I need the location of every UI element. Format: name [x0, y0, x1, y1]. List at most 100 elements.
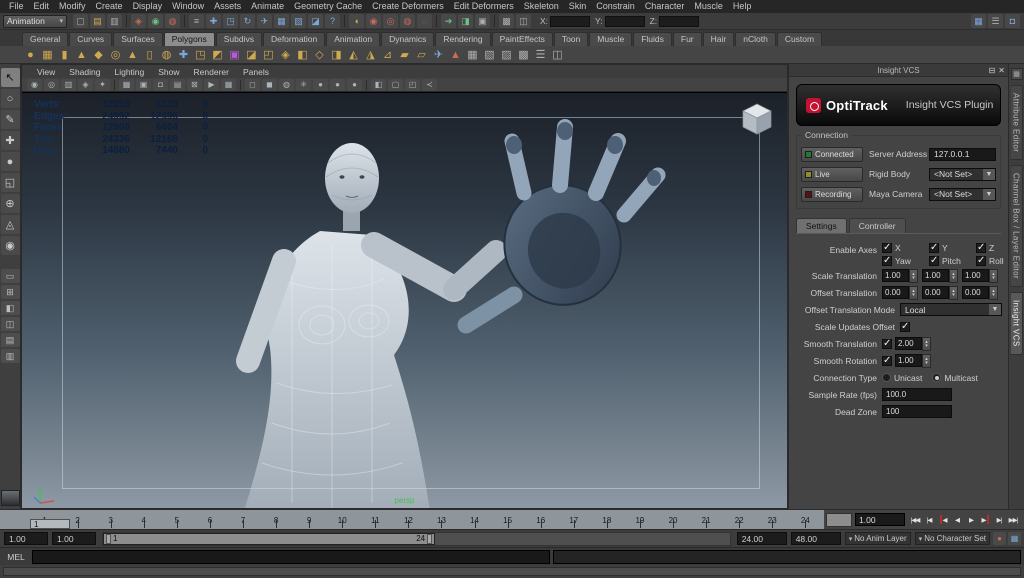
spinner-arrows-icon[interactable]: [949, 268, 958, 283]
layout-button[interactable]: ▭: [0, 269, 20, 283]
shelf-tool-icon[interactable]: ▰: [396, 47, 413, 63]
shelf-tool-icon[interactable]: ▯: [141, 47, 158, 63]
panel-toggle-icon[interactable]: ▦: [971, 14, 986, 28]
frame-tick[interactable]: 18: [590, 510, 623, 529]
shelf-tool-icon[interactable]: ◳: [192, 47, 209, 63]
shelf-tool-icon[interactable]: ◮: [362, 47, 379, 63]
shelf-tab[interactable]: Dynamics: [381, 32, 435, 46]
axis-checkbox[interactable]: [976, 242, 986, 253]
toolbar-icon[interactable]: ▣: [475, 14, 490, 28]
shelf-tab[interactable]: Subdivs: [215, 32, 262, 46]
toolbar-icon[interactable]: ◎: [383, 14, 398, 28]
viewport-toolbar-icon[interactable]: ◘: [153, 78, 168, 91]
toolbar-icon[interactable]: ?: [325, 14, 340, 28]
frame-tick[interactable]: 14: [458, 510, 491, 529]
toolbar-icon[interactable]: ◍: [400, 14, 415, 28]
animation-preferences-icon[interactable]: ▦: [1008, 532, 1021, 545]
spinner-arrows-icon[interactable]: [909, 285, 918, 300]
viewport-toolbar-icon[interactable]: ▶: [204, 78, 219, 91]
current-time-field[interactable]: 1.00: [855, 513, 905, 526]
shelf-tab[interactable]: Curves: [69, 32, 113, 46]
frame-tick[interactable]: 15: [491, 510, 524, 529]
menuset-dropdown[interactable]: Animation ▾: [3, 14, 67, 28]
menu-item[interactable]: Help: [728, 0, 757, 13]
shelf-tool-icon[interactable]: ◍: [158, 47, 175, 63]
tool-button[interactable]: ◉: [0, 236, 20, 255]
toolbar-icon[interactable]: ▤: [90, 14, 105, 28]
frame-ticks[interactable]: 123456789101112131415161718192021222324: [28, 510, 822, 529]
frame-tick[interactable]: 4: [127, 510, 160, 529]
viewport-toolbar-icon[interactable]: ●: [330, 78, 345, 91]
smooth-rotation-checkbox[interactable]: [882, 355, 892, 366]
viewport-toolbar-icon[interactable]: [114, 79, 115, 90]
viewport-toolbar-icon[interactable]: ◧: [371, 78, 386, 91]
range-slider-track[interactable]: 1 24: [102, 531, 731, 546]
time-slider[interactable]: 123456789101112131415161718192021222324 …: [0, 509, 1024, 529]
toolbar-icon[interactable]: ➔: [441, 14, 456, 28]
shelf-tool-icon[interactable]: ◨: [328, 47, 345, 63]
dead-zone-input[interactable]: 100: [882, 405, 952, 418]
menu-item[interactable]: Create Deformers: [367, 0, 449, 13]
viewport-toolbar-icon[interactable]: ≺: [422, 78, 437, 91]
shelf-tool-icon[interactable]: ◰: [260, 47, 277, 63]
viewport-menu-item[interactable]: View: [30, 67, 62, 77]
current-frame-indicator[interactable]: 1: [30, 519, 70, 529]
axis-checkbox[interactable]: [882, 242, 892, 253]
connection-status-button[interactable]: Live: [801, 166, 863, 182]
menu-item[interactable]: Modify: [54, 0, 91, 13]
menu-item[interactable]: File: [4, 0, 29, 13]
frame-tick[interactable]: 3: [94, 510, 127, 529]
toolbar-icon[interactable]: ◨: [458, 14, 473, 28]
playback-button[interactable]: ▶: [964, 512, 978, 527]
viewport-toolbar-icon[interactable]: ◉: [27, 78, 42, 91]
toolbar-icon[interactable]: [494, 15, 495, 27]
frame-tick[interactable]: 21: [690, 510, 723, 529]
viewport-toolbar-icon[interactable]: ◎: [44, 78, 59, 91]
viewport-toolbar-icon[interactable]: ▤: [170, 78, 185, 91]
toolbar-icon[interactable]: [126, 15, 127, 27]
shelf-tool-icon[interactable]: ▲: [447, 47, 464, 63]
shelf-tool-icon[interactable]: ▣: [226, 47, 243, 63]
layout-button[interactable]: ▤: [0, 333, 20, 347]
tool-button[interactable]: ◬: [0, 215, 20, 234]
offset-translation-spinner[interactable]: 0.00: [922, 285, 958, 300]
axis-checkbox[interactable]: [976, 255, 986, 266]
connection-field[interactable]: 127.0.0.1▼: [929, 147, 996, 161]
range-start-handle[interactable]: [106, 533, 111, 544]
range-slider-bar[interactable]: 1 24: [103, 532, 436, 545]
viewport-toolbar-icon[interactable]: ⊠: [187, 78, 202, 91]
shelf-tab[interactable]: PaintEffects: [491, 32, 553, 46]
shelf-tab[interactable]: Animation: [326, 32, 381, 46]
viewport-toolbar-icon[interactable]: ◻: [245, 78, 260, 91]
shelf-tool-icon[interactable]: ●: [22, 47, 39, 63]
panel-toggle-icon[interactable]: ◘: [1005, 14, 1020, 28]
layout-button[interactable]: ◧: [0, 301, 20, 315]
toolbar-icon[interactable]: ✈: [257, 14, 272, 28]
viewport-toolbar-icon[interactable]: ●: [313, 78, 328, 91]
viewport-toolbar-icon[interactable]: ▢: [388, 78, 403, 91]
spinner-arrows-icon[interactable]: [922, 353, 931, 368]
shelf-tool-icon[interactable]: ◪: [243, 47, 260, 63]
shelf-tab[interactable]: Deformation: [262, 32, 326, 46]
scale-translation-spinner[interactable]: 1.00: [922, 268, 958, 283]
smooth-rotation-spinner[interactable]: 1.00: [895, 353, 931, 368]
shelf-tab[interactable]: General: [22, 32, 69, 46]
toolbar-icon[interactable]: ▩: [499, 14, 514, 28]
shelf-tab[interactable]: Hair: [702, 32, 735, 46]
toolbar-icon[interactable]: ◌: [417, 14, 432, 28]
menu-item[interactable]: Animate: [246, 0, 289, 13]
shelf-tool-icon[interactable]: ▮: [56, 47, 73, 63]
frame-tick[interactable]: 8: [260, 510, 293, 529]
auto-keyframe-icon[interactable]: ●: [993, 532, 1006, 545]
frame-tick[interactable]: 5: [160, 510, 193, 529]
outliner-thumbnail[interactable]: [0, 490, 20, 506]
menu-item[interactable]: Geometry Cache: [289, 0, 367, 13]
toolbar-icon[interactable]: ◉: [148, 14, 163, 28]
shelf-tab[interactable]: Polygons: [163, 32, 215, 46]
axis-checkbox[interactable]: [929, 242, 939, 253]
spinner-arrows-icon[interactable]: [989, 268, 998, 283]
menu-item[interactable]: Skin: [564, 0, 592, 13]
spinner-arrows-icon[interactable]: [909, 268, 918, 283]
menu-item[interactable]: Edit: [29, 0, 55, 13]
shelf-tool-icon[interactable]: ◩: [209, 47, 226, 63]
